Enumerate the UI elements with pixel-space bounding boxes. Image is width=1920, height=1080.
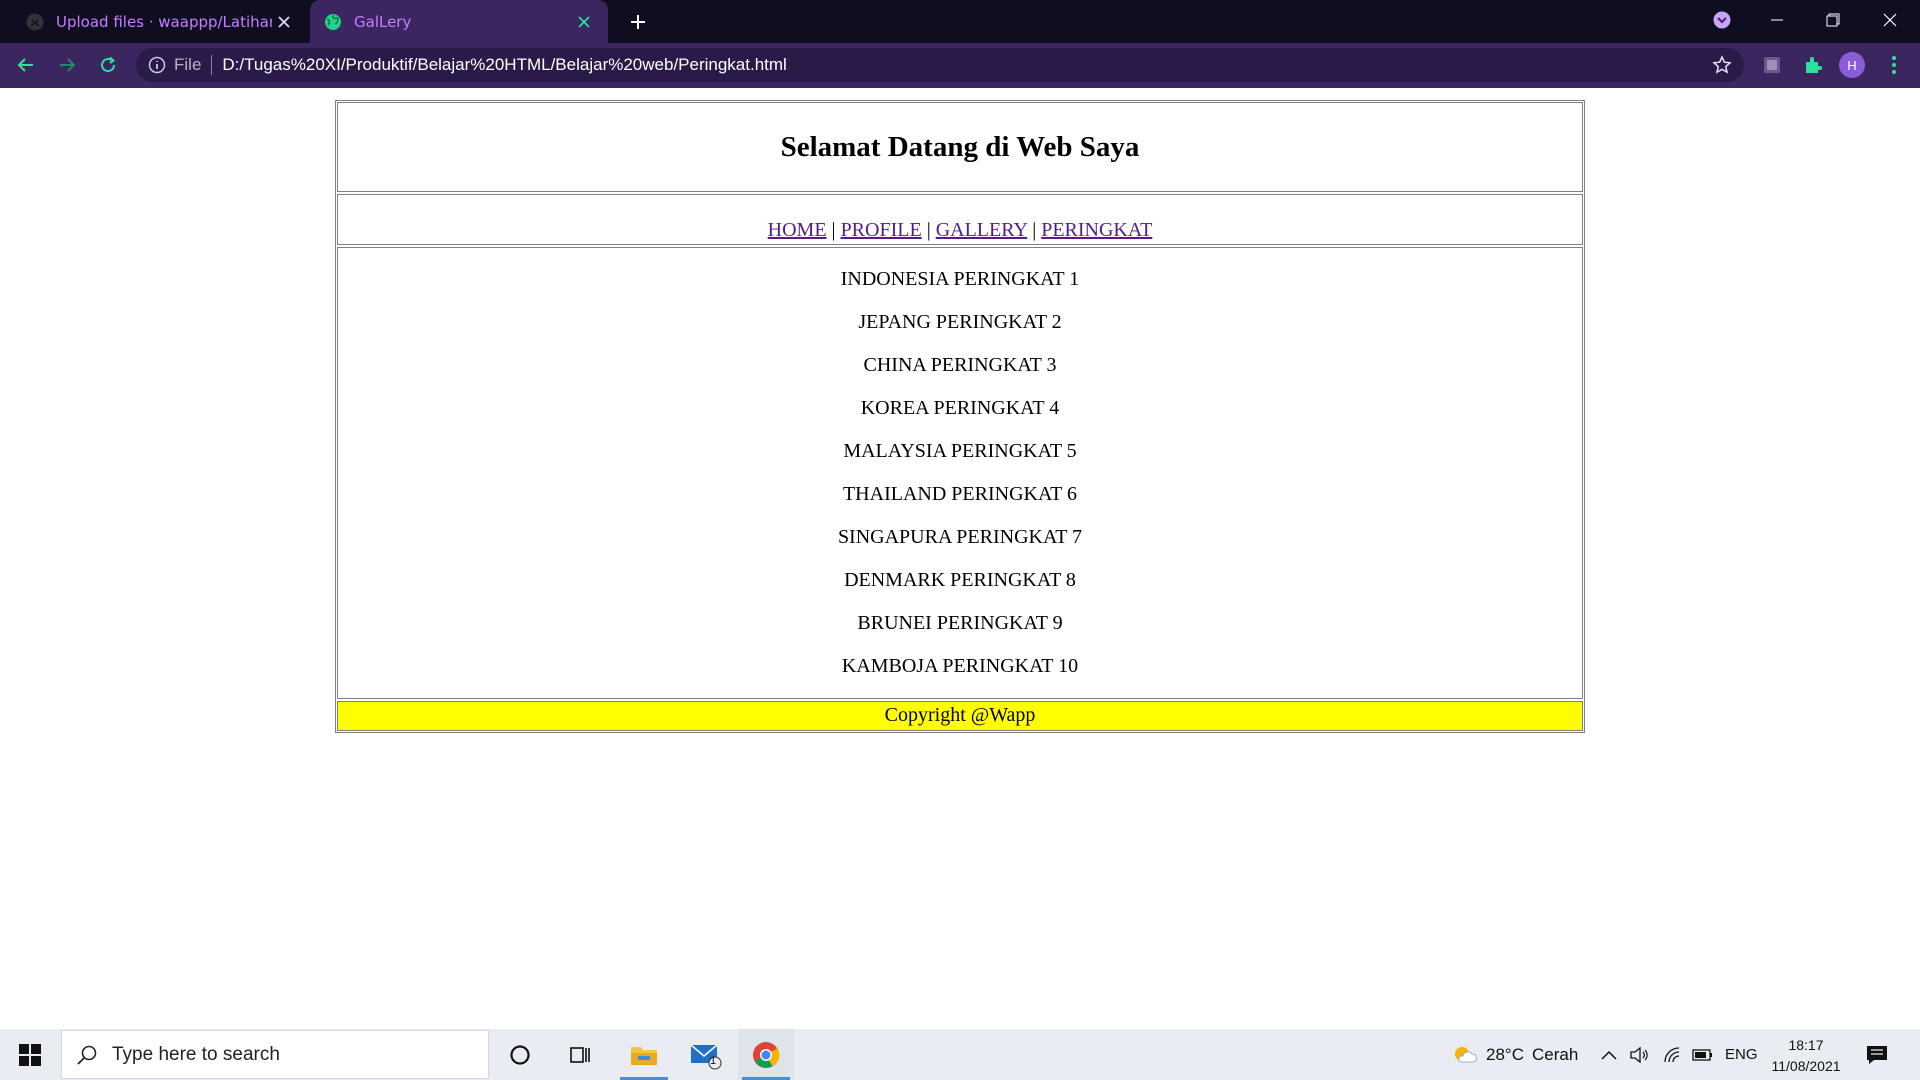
chrome-button[interactable]	[738, 1029, 794, 1080]
battery-button[interactable]	[1692, 1029, 1714, 1080]
tab-title: GalLery	[354, 12, 412, 31]
ranking-item: JEPANG PERINGKAT 2	[858, 311, 1062, 333]
show-hidden-icons[interactable]	[1601, 1029, 1617, 1080]
arrow-right-icon	[60, 58, 76, 72]
close-icon	[1883, 13, 1897, 27]
close-icon[interactable]	[572, 10, 596, 34]
wifi-icon	[1664, 1046, 1680, 1062]
chevron-up-icon	[1601, 1050, 1617, 1060]
kebab-menu-icon	[1892, 56, 1896, 74]
weather-icon	[1455, 1046, 1477, 1062]
profile-avatar[interactable]: H	[1839, 52, 1865, 78]
browser-toolbar: File D:/Tugas%20XI/Produktif/Belajar%20H…	[0, 43, 1920, 88]
ranking-list: INDONESIA PERINGKAT 1 JEPANG PERINGKAT 2…	[337, 247, 1583, 699]
header-cell: Selamat Datang di Web Saya	[337, 102, 1583, 192]
ranking-item: THAILAND PERINGKAT 6	[842, 483, 1078, 505]
windows-logo-icon	[19, 1043, 41, 1066]
nav-cell: HOME | PROFILE | GALLERY | PERINGKAT	[337, 194, 1583, 245]
info-icon[interactable]	[148, 56, 166, 74]
nav-link-profile[interactable]: PROFILE	[841, 219, 922, 241]
tab-gallery[interactable]: GalLery	[310, 0, 608, 43]
tab-title: Upload files · waappp/Latihan-3-	[56, 12, 272, 31]
divider	[211, 55, 213, 75]
page-title: Selamat Datang di Web Saya	[780, 130, 1140, 163]
nav-link-gallery[interactable]: GALLERY	[936, 219, 1027, 241]
nav-separator: |	[831, 219, 836, 241]
ranking-item: CHINA PERINGKAT 3	[863, 354, 1057, 376]
tab-strip: Upload files · waappp/Latihan-3- GalLery	[0, 0, 1920, 43]
close-window-button[interactable]	[1862, 0, 1918, 40]
weather-temp: 28°C	[1486, 1044, 1524, 1064]
nav-link-home[interactable]: HOME	[768, 219, 827, 241]
reader-icon	[1764, 57, 1780, 73]
mail-icon	[690, 1043, 722, 1069]
cortana-button[interactable]	[492, 1029, 548, 1080]
start-button[interactable]	[0, 1029, 60, 1080]
file-explorer-button[interactable]	[616, 1029, 672, 1080]
arrow-left-icon	[17, 58, 33, 72]
weather-condition: Cerah	[1531, 1044, 1579, 1064]
search-icon	[77, 1045, 97, 1065]
ranking-item: MALAYSIA PERINGKAT 5	[843, 440, 1077, 462]
reload-button[interactable]	[92, 49, 124, 81]
notification-icon	[1867, 1045, 1887, 1064]
github-icon	[26, 13, 44, 30]
extensions-button[interactable]	[1797, 49, 1829, 81]
volume-button[interactable]	[1630, 1029, 1650, 1080]
scheme-label: File	[174, 55, 202, 74]
reload-icon	[101, 56, 116, 73]
ranking-item: KOREA PERINGKAT 4	[860, 397, 1060, 419]
star-icon[interactable]	[1712, 55, 1732, 75]
nav-separator: |	[926, 219, 931, 241]
tab-search-button[interactable]	[1694, 0, 1750, 40]
nav-link-peringkat[interactable]: PERINGKAT	[1041, 219, 1152, 241]
ranking-item: DENMARK PERINGKAT 8	[844, 569, 1076, 591]
layout-table: Selamat Datang di Web Saya HOME | PROFIL…	[335, 100, 1585, 733]
minimize-button[interactable]	[1749, 0, 1805, 40]
restore-button[interactable]	[1805, 0, 1861, 40]
new-tab-button[interactable]	[624, 8, 652, 36]
plus-icon	[631, 15, 645, 29]
weather-widget[interactable]: 28°C Cerah	[1452, 1029, 1578, 1080]
url-text[interactable]: D:/Tugas%20XI/Produktif/Belajar%20HTML/B…	[222, 55, 786, 75]
ranking-item: SINGAPURA PERINGKAT 7	[837, 526, 1083, 548]
folder-icon	[631, 1046, 657, 1065]
chevron-down-icon	[1713, 11, 1731, 29]
footer-cell: Copyright @Wapp	[337, 701, 1583, 731]
clock-date: 11/08/2021	[1771, 1058, 1841, 1074]
globe-icon	[325, 13, 341, 30]
address-bar[interactable]: File D:/Tugas%20XI/Produktif/Belajar%20H…	[136, 48, 1744, 82]
ranking-item: BRUNEI PERINGKAT 9	[857, 612, 1063, 634]
ranking-item: INDONESIA PERINGKAT 1	[840, 268, 1080, 290]
taskbar-search[interactable]: Type here to search	[61, 1030, 489, 1079]
menu-button[interactable]	[1878, 49, 1910, 81]
task-view-icon	[570, 1046, 590, 1063]
ranking-item: KAMBOJA PERINGKAT 10	[841, 655, 1079, 677]
cortana-icon	[510, 1044, 530, 1065]
mail-button[interactable]: 1	[678, 1029, 734, 1080]
restore-icon	[1826, 13, 1840, 27]
extension-button[interactable]	[1756, 49, 1788, 81]
language-indicator[interactable]: ENG	[1725, 1029, 1758, 1080]
taskbar: Type here to search 1 28°C Cerah ENG 18:…	[0, 1029, 1920, 1080]
search-placeholder: Type here to search	[112, 1043, 280, 1065]
system-clock[interactable]: 18:17 11/08/2021	[1768, 1035, 1844, 1077]
clock-time: 18:17	[1788, 1037, 1824, 1053]
page-viewport: Selamat Datang di Web Saya HOME | PROFIL…	[0, 88, 1920, 1029]
network-button[interactable]	[1663, 1029, 1683, 1080]
chrome-icon	[753, 1041, 780, 1068]
minimize-icon	[1771, 19, 1783, 21]
close-icon[interactable]	[272, 10, 296, 34]
forward-button[interactable]	[51, 49, 83, 81]
action-center-button[interactable]	[1866, 1029, 1888, 1080]
nav-separator: |	[1032, 219, 1037, 241]
puzzle-icon	[1806, 57, 1822, 73]
tab-upload-files[interactable]: Upload files · waappp/Latihan-3-	[12, 0, 308, 43]
speaker-icon	[1630, 1046, 1648, 1063]
task-view-button[interactable]	[552, 1029, 608, 1080]
battery-icon	[1692, 1048, 1712, 1061]
mail-badge: 1	[710, 1055, 717, 1067]
back-button[interactable]	[10, 49, 42, 81]
